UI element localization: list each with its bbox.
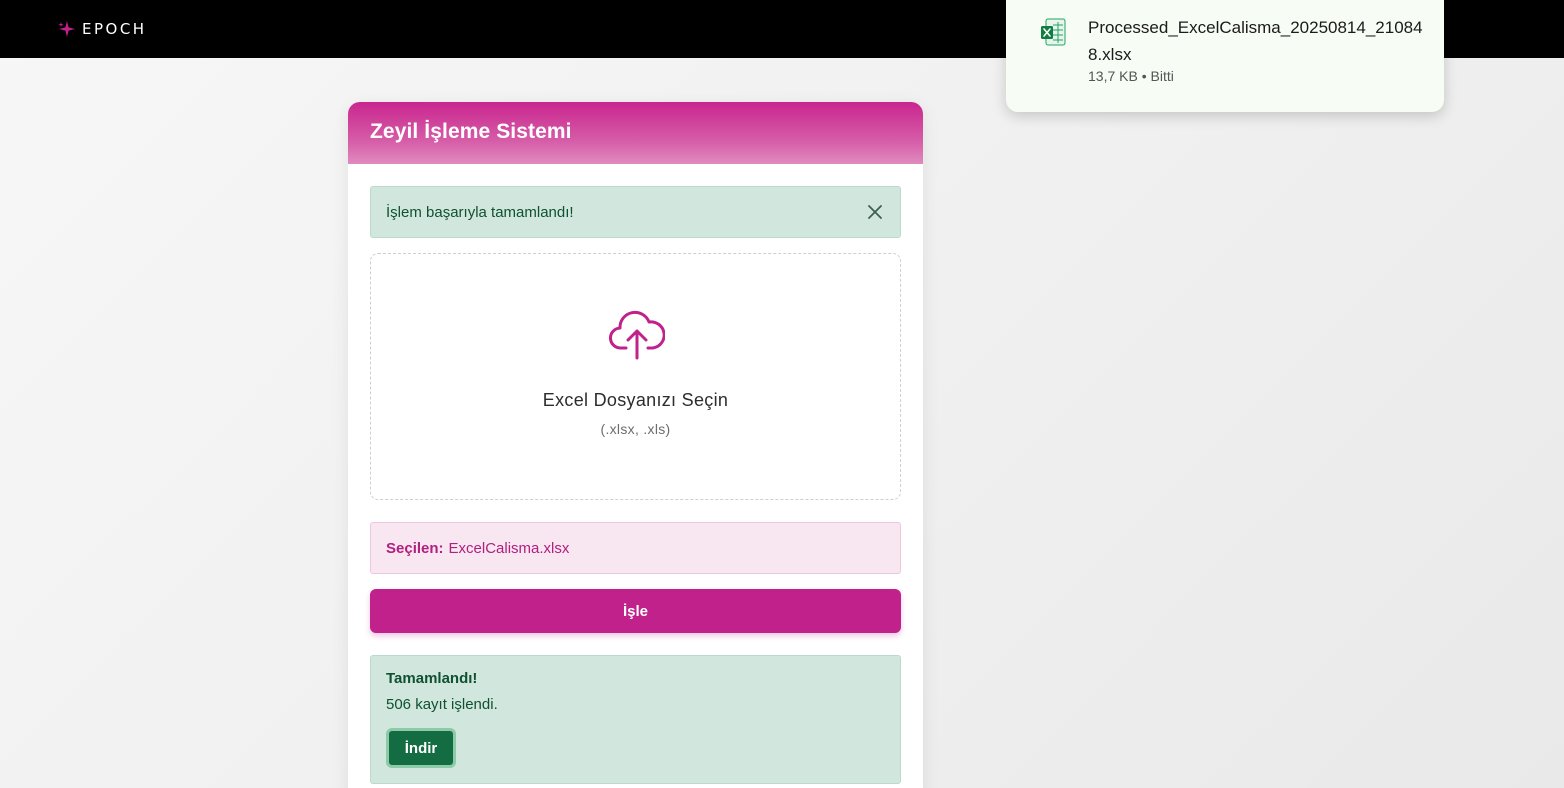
success-alert-text: İşlem başarıyla tamamlandı! (386, 203, 574, 221)
browser-download-popup[interactable]: Processed_ExcelCalisma_20250814_210848.x… (1006, 0, 1444, 112)
card-title: Zeyil İşleme Sistemi (370, 120, 572, 143)
selected-filename: ExcelCalisma.xlsx (448, 539, 570, 557)
process-button[interactable]: İşle (370, 589, 901, 633)
processing-card: Zeyil İşleme Sistemi İşlem başarıyla tam… (348, 102, 923, 788)
excel-file-icon (1041, 18, 1066, 46)
selected-label: Seçilen: (386, 539, 444, 557)
close-alert-button[interactable] (865, 202, 885, 222)
success-alert: İşlem başarıyla tamamlandı! (370, 186, 901, 238)
result-message: 506 kayıt işlendi. (386, 696, 498, 713)
card-header: Zeyil İşleme Sistemi (348, 102, 923, 164)
result-title: Tamamlandı! (386, 670, 478, 687)
brand-logo[interactable]: EPOCH (58, 19, 147, 39)
dropzone-title: Excel Dosyanızı Seçin (542, 390, 729, 410)
sparkle-icon (58, 21, 75, 37)
download-button[interactable]: İndir (386, 728, 456, 768)
brand-name: EPOCH (82, 20, 147, 38)
close-icon (868, 205, 882, 219)
file-dropzone[interactable]: Excel Dosyanızı Seçin (.xlsx, .xls) (370, 253, 901, 500)
download-filename[interactable]: Processed_ExcelCalisma_20250814_210848.x… (1088, 14, 1428, 68)
dropzone-subtitle: (.xlsx, .xls) (600, 421, 671, 437)
selected-file-box: Seçilen: ExcelCalisma.xlsx (370, 522, 901, 574)
cloud-upload-icon (609, 310, 665, 360)
download-meta: 13,7 KB • Bitti (1088, 68, 1174, 84)
result-box: Tamamlandı! 506 kayıt işlendi. İndir (370, 655, 901, 784)
